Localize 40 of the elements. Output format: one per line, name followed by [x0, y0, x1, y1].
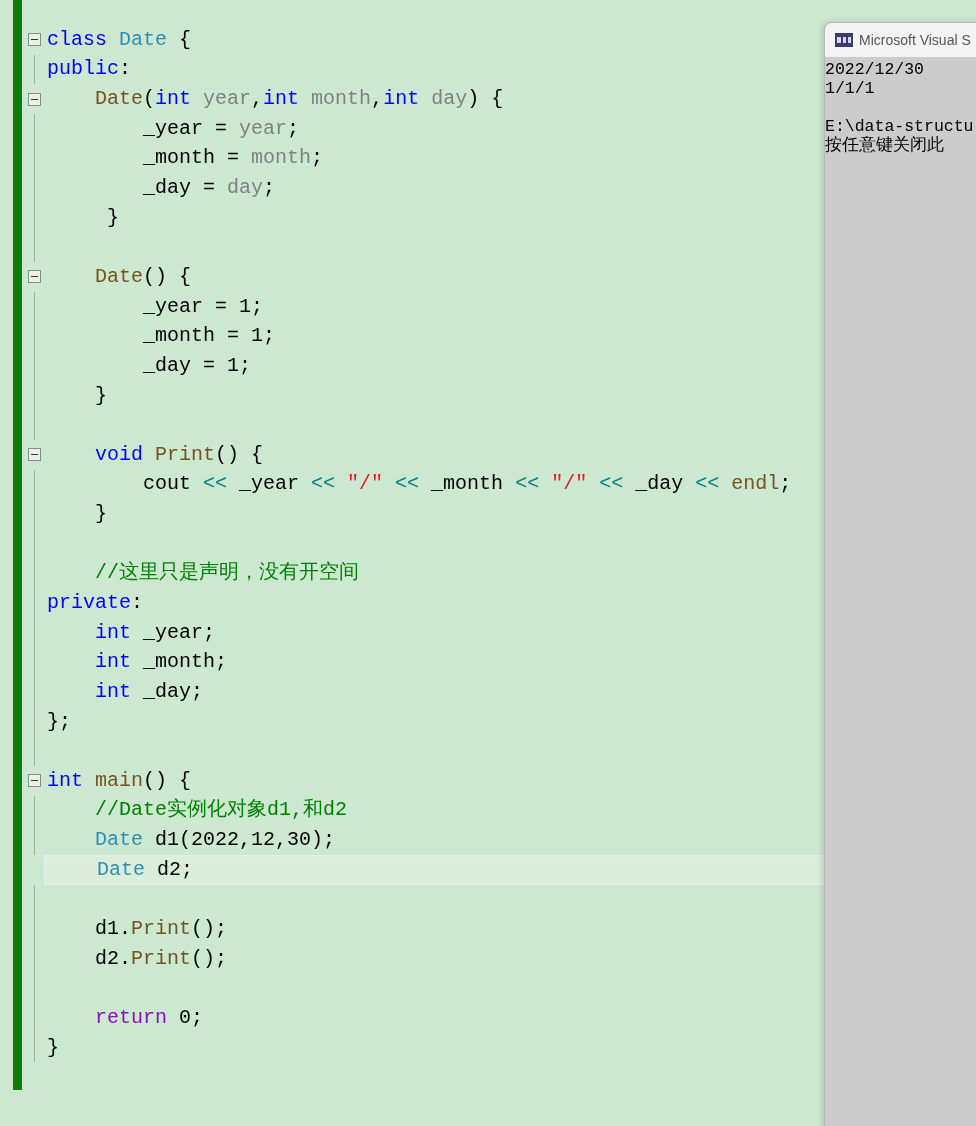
- code-line: cout << _year << "/" << _month << "/" << _day << endl;: [142, 474, 792, 495]
- code-line: int main() {: [47, 770, 192, 791]
- collapse-icon[interactable]: [28, 448, 41, 462]
- code-line: _month = month;: [142, 148, 324, 169]
- code-line: d1.Print();: [94, 919, 228, 940]
- code-line: }: [106, 207, 119, 228]
- code-line: _year = 1;: [142, 296, 264, 317]
- code-line: Date d1(2022,12,30);: [94, 830, 336, 851]
- code-line: _month = 1;: [142, 326, 276, 347]
- code-line: _year = year;: [142, 118, 300, 139]
- collapse-icon[interactable]: [28, 270, 41, 284]
- code-line: class Date {: [47, 29, 192, 50]
- code-line: }: [47, 1037, 59, 1058]
- code-line: int _day;: [94, 681, 204, 702]
- console-message: 按任意键关闭此: [825, 136, 945, 155]
- code-line: Date(int year,int month,int day) {: [94, 89, 504, 110]
- code-line: Date() {: [94, 266, 192, 287]
- collapse-icon[interactable]: [28, 774, 41, 788]
- code-line: d2.Print();: [94, 948, 228, 969]
- code-comment: //Date实例化对象d1,和d2: [94, 800, 348, 821]
- collapse-icon[interactable]: [28, 33, 41, 47]
- code-comment: //这里只是声明，没有开空间: [94, 563, 359, 584]
- console-message: E:\data-structu: [825, 117, 975, 136]
- console-output: 1/1/1: [825, 79, 876, 98]
- code-line: int _year;: [94, 622, 216, 643]
- code-line: void Print() {: [94, 444, 264, 465]
- console-output: 2022/12/30: [825, 60, 926, 79]
- code-line: };: [47, 711, 71, 732]
- code-line: Date d2;: [96, 859, 194, 880]
- code-line: _day = day;: [142, 178, 276, 198]
- code-line: }: [94, 385, 107, 406]
- code-line: return 0;: [94, 1007, 204, 1028]
- code-line: private:: [47, 593, 144, 613]
- code-line: }: [94, 504, 107, 525]
- code-line: public:: [47, 59, 132, 80]
- code-line: int _month;: [94, 652, 228, 673]
- collapse-icon[interactable]: [28, 92, 41, 106]
- window-title: Microsoft Visual S: [859, 32, 971, 48]
- console-icon: [835, 33, 853, 47]
- code-line: _day = 1;: [142, 355, 252, 376]
